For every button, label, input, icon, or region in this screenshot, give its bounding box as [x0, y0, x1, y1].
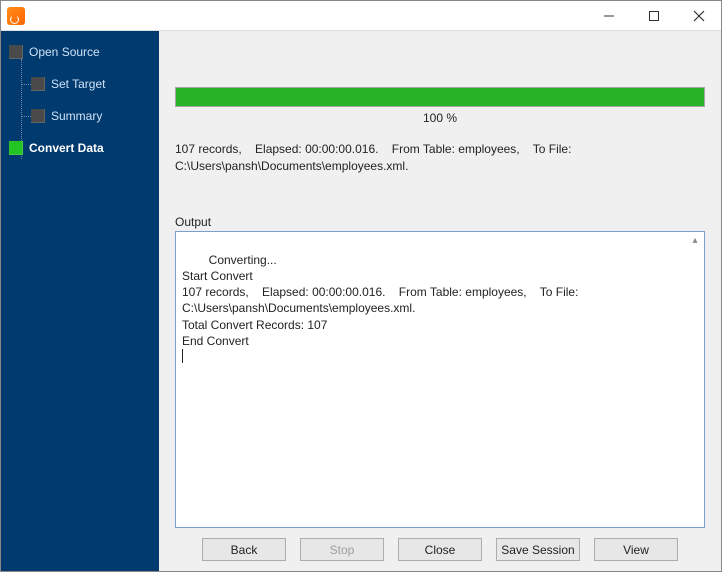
progress-bar [175, 87, 705, 107]
save-session-button[interactable]: Save Session [496, 538, 580, 561]
sidebar-item-open-source[interactable]: Open Source [1, 41, 159, 63]
step-icon [31, 77, 45, 91]
wizard-window: Open Source Set Target Summary Convert D… [0, 0, 722, 572]
status-text: 107 records, Elapsed: 00:00:00.016. From… [175, 141, 705, 175]
minimize-button[interactable] [586, 1, 631, 30]
scroll-up-icon: ▴ [687, 233, 703, 249]
sidebar-item-summary[interactable]: Summary [1, 105, 159, 127]
sidebar-item-set-target[interactable]: Set Target [1, 73, 159, 95]
step-icon [9, 45, 23, 59]
wizard-sidebar: Open Source Set Target Summary Convert D… [1, 31, 159, 571]
back-button[interactable]: Back [202, 538, 286, 561]
maximize-button[interactable] [631, 1, 676, 30]
close-window-button[interactable] [676, 1, 721, 30]
text-caret [182, 349, 183, 363]
stop-button[interactable]: Stop [300, 538, 384, 561]
app-icon [7, 7, 25, 25]
sidebar-item-label: Convert Data [29, 141, 104, 155]
titlebar [1, 1, 721, 31]
progress-fill [176, 88, 704, 106]
output-textarea[interactable]: ▴ Converting... Start Convert 107 records… [175, 231, 705, 528]
close-button[interactable]: Close [398, 538, 482, 561]
sidebar-item-label: Set Target [51, 77, 105, 91]
minimize-icon [603, 10, 615, 22]
maximize-icon [649, 11, 659, 21]
titlebar-left [1, 7, 31, 25]
sidebar-item-label: Open Source [29, 45, 100, 59]
titlebar-controls [586, 1, 721, 30]
close-icon [693, 10, 705, 22]
window-body: Open Source Set Target Summary Convert D… [1, 31, 721, 571]
button-row: Back Stop Close Save Session View [175, 538, 705, 561]
output-content: Converting... Start Convert 107 records,… [182, 253, 582, 348]
step-icon-active [9, 141, 23, 155]
progress-section: 100 % [175, 87, 705, 125]
view-button[interactable]: View [594, 538, 678, 561]
progress-percent-label: 100 % [175, 111, 705, 125]
main-panel: 100 % 107 records, Elapsed: 00:00:00.016… [159, 31, 721, 571]
sidebar-item-convert-data[interactable]: Convert Data [1, 137, 159, 159]
step-icon [31, 109, 45, 123]
output-label: Output [175, 215, 705, 229]
sidebar-item-label: Summary [51, 109, 102, 123]
